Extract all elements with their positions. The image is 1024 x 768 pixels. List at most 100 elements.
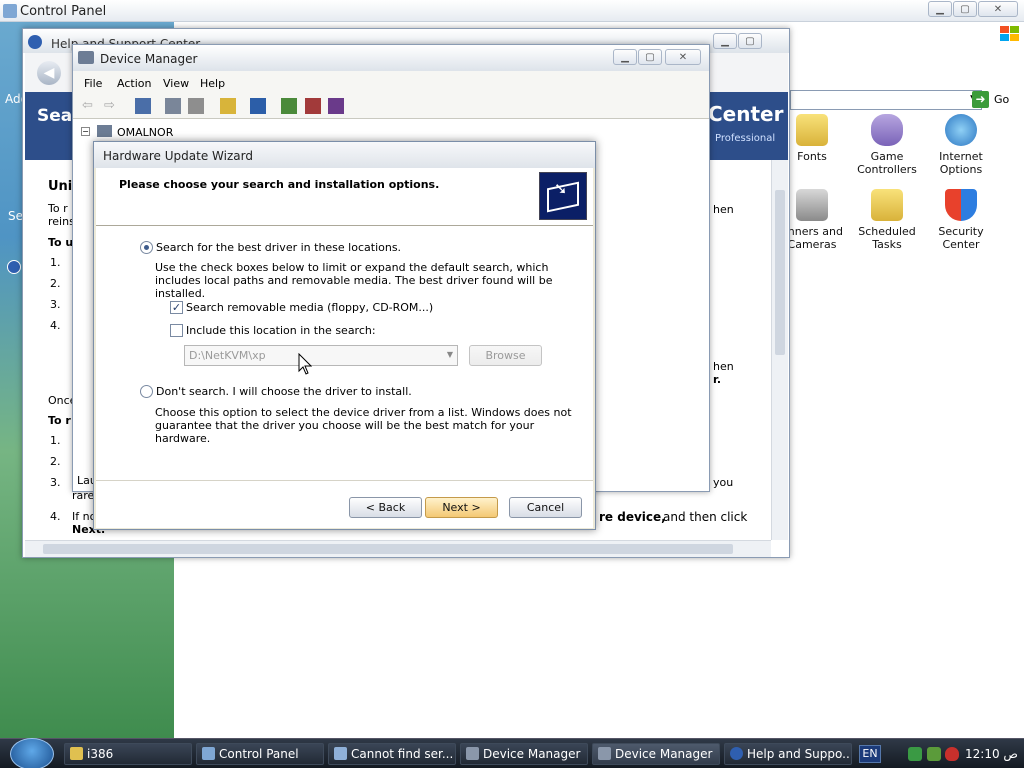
chevron-down-icon[interactable]: ▼ (447, 350, 453, 359)
task-help-support[interactable]: Help and Suppo... (724, 743, 852, 765)
computer-icon (97, 125, 112, 137)
tree-root[interactable]: OMALNOR (117, 126, 173, 139)
tray-icon[interactable] (927, 747, 941, 761)
security-center-item[interactable]: Security Center (923, 189, 999, 251)
back-arrow-icon[interactable]: ⇦ (82, 98, 98, 114)
horizontal-scrollbar[interactable] (25, 540, 771, 557)
next-button[interactable]: Next > (425, 497, 498, 518)
menu-action[interactable]: Action (117, 77, 151, 90)
search-best-driver-radio[interactable] (140, 241, 153, 254)
menu-help[interactable]: Help (200, 77, 225, 90)
content-heading: Uni (48, 179, 73, 194)
scheduled-tasks-item[interactable]: Scheduled Tasks (849, 189, 925, 251)
cancel-button[interactable]: Cancel (509, 497, 582, 518)
maximize-button[interactable]: ▢ (638, 49, 662, 65)
step-number: 1. (50, 434, 61, 447)
minimize-button[interactable]: ▁ (928, 1, 952, 17)
wizard-header: Please choose your search and installati… (96, 168, 593, 226)
document-icon (334, 747, 347, 760)
include-location-checkbox[interactable] (170, 324, 183, 337)
folder-icon (70, 747, 83, 760)
disable-icon[interactable] (328, 98, 344, 114)
hardware-wizard-icon: ➘ (539, 172, 587, 220)
mouse-cursor-icon (298, 353, 312, 375)
minimize-button[interactable]: ▁ (713, 33, 737, 49)
go-label[interactable]: Go (994, 93, 1009, 106)
globe-icon (945, 114, 977, 146)
go-arrow-icon[interactable]: ➜ (972, 91, 989, 108)
clock-folder-icon (871, 189, 903, 221)
content-text: hen (713, 360, 734, 373)
back-button[interactable]: < Back (349, 497, 422, 518)
network-icon[interactable] (908, 747, 922, 761)
wizard-title: Hardware Update Wizard (103, 149, 253, 163)
language-indicator[interactable]: EN (859, 745, 881, 763)
task-cannot-find[interactable]: Cannot find ser... (328, 743, 456, 765)
search-best-driver-label[interactable]: Search for the best driver in these loca… (156, 241, 401, 254)
console-tree-icon[interactable] (135, 98, 151, 114)
security-shield-icon[interactable] (945, 747, 959, 761)
scrollbar-thumb[interactable] (775, 190, 785, 355)
task-device-manager-1[interactable]: Device Manager (460, 743, 588, 765)
control-panel-titlebar[interactable]: Control Panel ▁ ▢ ✕ (0, 0, 1024, 22)
game-controllers-item[interactable]: Game Controllers (849, 114, 925, 176)
close-button[interactable]: ✕ (665, 49, 701, 65)
device-manager-titlebar[interactable]: Device Manager ▁ ▢ ✕ (73, 45, 709, 71)
wizard-titlebar[interactable]: Hardware Update Wizard (94, 142, 595, 168)
removable-media-checkbox[interactable]: ✓ (170, 301, 183, 314)
tree-collapse-icon[interactable]: − (81, 127, 90, 136)
menu-view[interactable]: View (163, 77, 189, 90)
task-i386[interactable]: i386 (64, 743, 192, 765)
scrollbar-thumb[interactable] (43, 544, 733, 554)
content-text: To u (48, 236, 74, 249)
help-icon[interactable] (7, 260, 21, 274)
include-location-label[interactable]: Include this location in the search: (186, 324, 376, 337)
maximize-button[interactable]: ▢ (738, 33, 762, 49)
scheduled-tasks-label: Scheduled Tasks (858, 225, 916, 251)
scanners-cameras-label: anners and Cameras (781, 225, 843, 251)
menu-file[interactable]: File (84, 77, 102, 90)
content-text: reins (48, 215, 75, 228)
content-text: and then click (663, 510, 748, 524)
vertical-scrollbar[interactable] (771, 160, 788, 540)
clock[interactable]: 12:10 ص (965, 747, 1018, 761)
help-icon (730, 747, 743, 760)
minimize-button[interactable]: ▁ (613, 49, 637, 65)
step-number: 2. (50, 455, 61, 468)
hardware-update-wizard: Hardware Update Wizard Please choose you… (93, 141, 596, 530)
device-manager-title: Device Manager (100, 52, 198, 66)
address-bar[interactable]: ▼ (790, 90, 982, 110)
content-text: To r (48, 414, 71, 427)
shield-icon (945, 189, 977, 221)
internet-options-item[interactable]: Internet Options (923, 114, 999, 176)
step-number: 2. (50, 277, 61, 290)
sidebar-fragment-se: Se (8, 209, 23, 223)
step-number: 3. (50, 476, 61, 489)
task-control-panel[interactable]: Control Panel (196, 743, 324, 765)
removable-media-label[interactable]: Search removable media (floppy, CD-ROM..… (186, 301, 433, 314)
device-manager-toolbar: ⇦ ⇨ (73, 93, 709, 119)
forward-arrow-icon[interactable]: ⇨ (104, 98, 120, 114)
update-driver-icon[interactable] (281, 98, 297, 114)
close-button[interactable]: ✕ (978, 1, 1018, 17)
maximize-button[interactable]: ▢ (953, 1, 977, 17)
wizard-body: Search for the best driver in these loca… (96, 226, 593, 480)
location-combobox[interactable]: D:\NetKVM\xp ▼ (184, 345, 458, 366)
properties-icon[interactable] (165, 98, 181, 114)
task-device-manager-2[interactable]: Device Manager (592, 743, 720, 765)
internet-options-label: Internet Options (939, 150, 983, 176)
content-text: r. (713, 373, 722, 386)
help-icon[interactable] (220, 98, 236, 114)
back-arrow-icon[interactable]: ◀ (37, 61, 61, 85)
step-number: 1. (50, 256, 61, 269)
start-button[interactable] (10, 738, 54, 768)
dont-search-radio[interactable] (140, 385, 153, 398)
dont-search-label[interactable]: Don't search. I will choose the driver t… (156, 385, 412, 398)
scan-hardware-icon[interactable] (250, 98, 266, 114)
uninstall-icon[interactable] (305, 98, 321, 114)
print-icon[interactable] (188, 98, 204, 114)
computer-icon (466, 747, 479, 760)
game-controllers-label: Game Controllers (857, 150, 917, 176)
browse-button[interactable]: Browse (469, 345, 542, 366)
step-number: 4. (50, 510, 61, 523)
